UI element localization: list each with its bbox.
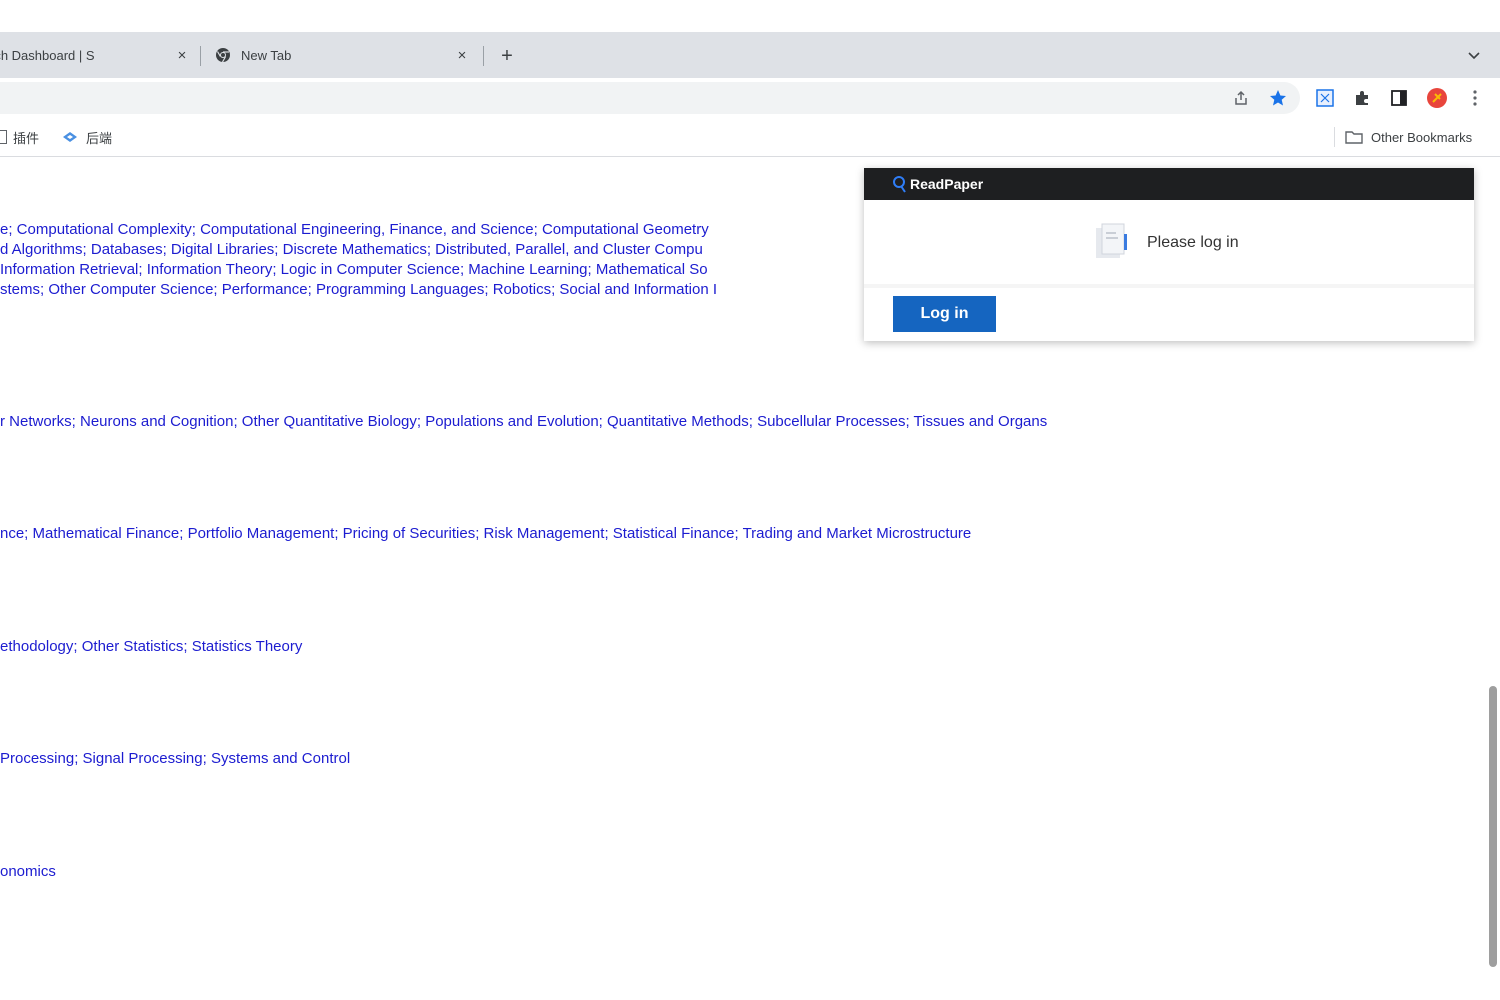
tab-new-tab[interactable]: New Tab × — [203, 32, 483, 78]
window-top-strip — [0, 0, 1500, 32]
side-panel-icon[interactable] — [1387, 86, 1411, 110]
bookmark-item-backend[interactable]: 后端 — [62, 128, 112, 146]
address-bar[interactable] — [0, 82, 1300, 114]
bookmark-diamond-icon — [62, 131, 78, 143]
tab-title: New Tab — [241, 47, 292, 63]
scrollbar-thumb[interactable] — [1489, 686, 1497, 967]
subject-list-line[interactable]: e; Computational Complexity; Computation… — [0, 221, 709, 238]
share-icon[interactable] — [1229, 86, 1253, 110]
tab-close-icon[interactable]: × — [173, 46, 191, 64]
puzzle-icon[interactable] — [1350, 86, 1374, 110]
tab-strip: rch Dashboard | S × New Tab × — [0, 32, 1500, 78]
login-button[interactable]: Log in — [893, 296, 996, 332]
subject-list-line[interactable]: Processing; Signal Processing; Systems a… — [0, 750, 350, 767]
profile-avatar-icon[interactable] — [1425, 86, 1449, 110]
bookmark-separator — [1334, 127, 1335, 147]
tab-separator — [200, 46, 201, 66]
tab-title: rch Dashboard | S — [0, 47, 95, 63]
login-prompt-text: Please log in — [1147, 234, 1239, 251]
chrome-favicon-icon — [215, 47, 231, 63]
subject-list-line[interactable]: r Networks; Neurons and Cognition; Other… — [0, 413, 1047, 430]
folder-icon — [1345, 130, 1363, 144]
tab-research-dashboard[interactable]: rch Dashboard | S × — [0, 32, 200, 78]
window-bottom — [0, 967, 1500, 1000]
readpaper-header: ReadPaper — [864, 168, 1474, 200]
bookmark-label: 插件 — [13, 130, 40, 146]
subject-list-line[interactable]: Information Retrieval; Information Theor… — [0, 261, 708, 278]
kebab-menu-icon[interactable] — [1463, 86, 1487, 110]
subject-list-line[interactable]: ethodology; Other Statistics; Statistics… — [0, 638, 302, 655]
new-tab-button[interactable]: + — [496, 45, 518, 67]
bookmark-item-plugins[interactable]: 插件 — [0, 128, 39, 146]
bookmark-label: 后端 — [86, 130, 113, 146]
other-bookmarks-label: Other Bookmarks — [1371, 129, 1473, 145]
extension-readpaper-icon[interactable] — [1313, 86, 1337, 110]
readpaper-logo-icon — [892, 175, 908, 193]
subject-list-line[interactable]: onomics — [0, 863, 56, 880]
tab-separator — [483, 46, 484, 66]
readpaper-body: Please log in — [864, 200, 1474, 288]
subject-list-line[interactable]: d Algorithms; Databases; Digital Librari… — [0, 241, 703, 258]
subject-list-line[interactable]: nce; Mathematical Finance; Portfolio Man… — [0, 525, 971, 542]
star-icon[interactable] — [1266, 86, 1290, 110]
folder-icon — [0, 130, 7, 144]
readpaper-popup: ReadPaper Please log in Log in — [864, 168, 1474, 341]
document-icon — [1094, 222, 1132, 262]
bookmarks-bar: 插件 后端 Other Bookmarks — [0, 118, 1500, 157]
subject-list-line[interactable]: stems; Other Computer Science; Performan… — [0, 281, 717, 298]
chevron-down-icon[interactable] — [1464, 46, 1484, 66]
readpaper-brand: ReadPaper — [910, 176, 984, 192]
tab-close-icon[interactable]: × — [453, 46, 471, 64]
other-bookmarks[interactable]: Other Bookmarks — [1345, 128, 1472, 146]
